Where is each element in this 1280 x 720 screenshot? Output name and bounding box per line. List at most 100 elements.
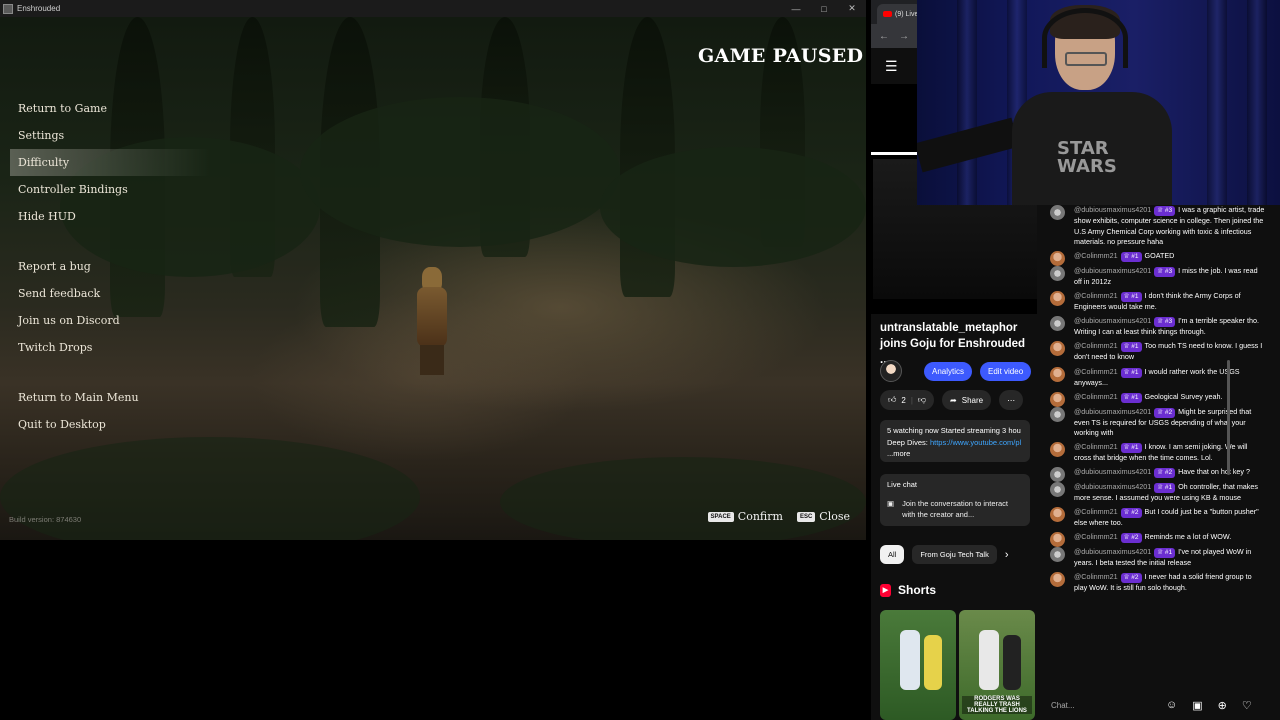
chat-avatar[interactable] xyxy=(1050,251,1065,267)
chat-username[interactable]: @Colinmm21 xyxy=(1074,341,1118,350)
more-icon: ⋯ xyxy=(1007,395,1016,405)
short-card[interactable]: RODGERS WAS REALLY TRASH TALKING THE LIO… xyxy=(959,610,1035,720)
chip-from-channel[interactable]: From Goju Tech Talk xyxy=(912,545,997,564)
menu-controller-bindings[interactable]: Controller Bindings xyxy=(10,176,210,203)
chat-username[interactable]: @dubiousmaximus4201 xyxy=(1074,407,1151,416)
chip-all[interactable]: All xyxy=(880,545,905,564)
channel-avatar[interactable] xyxy=(880,360,902,382)
member-badge: ♕ #1 xyxy=(1120,252,1142,263)
chat-avatar[interactable] xyxy=(1050,442,1065,458)
chat-message: @Colinmm21 ♕ #2 But I could just be a "but… xyxy=(1037,507,1280,529)
chat-username[interactable]: @Colinmm21 xyxy=(1074,532,1118,541)
like-button[interactable]: 👍︎ 2 | 👎︎ xyxy=(880,390,935,410)
chat-bubble-icon: ▣ xyxy=(887,499,895,508)
chevron-right-icon[interactable]: › xyxy=(1005,549,1009,561)
add-icon[interactable]: ⊕ xyxy=(1218,699,1227,712)
chat-avatar[interactable] xyxy=(1050,467,1065,483)
analytics-button[interactable]: Analytics xyxy=(924,361,973,381)
badge-rank: #1 xyxy=(1131,368,1139,376)
member-badge: ♕ #1 xyxy=(1120,292,1142,303)
badge-rank: #1 xyxy=(1131,343,1139,351)
progress-bar xyxy=(871,152,917,155)
tab-youtube-live[interactable]: (9) Live xyxy=(877,4,922,24)
chat-avatar[interactable] xyxy=(1050,572,1065,588)
live-chat-box[interactable]: Live chat ▣ Join the conversation to int… xyxy=(880,474,1030,526)
menu-return-main-menu[interactable]: Return to Main Menu xyxy=(10,384,210,411)
chat-username[interactable]: @dubiousmaximus4201 xyxy=(1074,205,1151,214)
menu-hide-hud[interactable]: Hide HUD xyxy=(10,203,210,230)
menu-twitch-drops[interactable]: Twitch Drops xyxy=(10,334,210,361)
chat-username[interactable]: @Colinmm21 xyxy=(1074,572,1118,581)
chat-message: @Colinmm21 ♕ #2 Reminds me a lot of WOW. xyxy=(1037,532,1280,548)
heart-icon[interactable]: ♡ xyxy=(1242,699,1252,712)
edit-video-button[interactable]: Edit video xyxy=(980,361,1032,381)
badge-rank: #3 xyxy=(1164,267,1173,275)
chat-message: @dubiousmaximus4201 ♕ #2 Might be surprise… xyxy=(1037,406,1280,439)
chat-message: @Colinmm21 ♕ #1 GOATED xyxy=(1037,251,1280,267)
chat-username[interactable]: @dubiousmaximus4201 xyxy=(1074,266,1151,275)
menu-join-discord[interactable]: Join us on Discord xyxy=(10,307,210,334)
forward-icon[interactable]: → xyxy=(899,31,909,42)
chat-avatar[interactable] xyxy=(1050,391,1065,407)
chat-avatar[interactable] xyxy=(1050,316,1065,332)
chat-username[interactable]: @dubiousmaximus4201 xyxy=(1074,547,1151,556)
back-icon[interactable]: ← xyxy=(879,31,889,42)
menu-difficulty[interactable]: Difficulty xyxy=(10,149,210,176)
chat-message-list: @dubiousmaximus4201 ♕ #3 I was a graphic a… xyxy=(1037,205,1280,683)
menu-report-bug[interactable]: Report a bug xyxy=(10,253,210,280)
close-window-button[interactable]: ✕ xyxy=(838,0,866,17)
chat-username[interactable]: @Colinmm21 xyxy=(1074,507,1118,516)
shorts-icon: ▶ xyxy=(880,583,891,597)
chat-username[interactable]: @Colinmm21 xyxy=(1074,251,1118,260)
chat-avatar[interactable] xyxy=(1050,406,1065,422)
chat-scrollbar[interactable] xyxy=(1227,360,1230,475)
chat-username[interactable]: @Colinmm21 xyxy=(1074,291,1118,300)
hamburger-menu-icon[interactable]: ☰ xyxy=(885,58,898,75)
chat-avatar[interactable] xyxy=(1050,507,1065,523)
chat-avatar[interactable] xyxy=(1050,205,1065,220)
menu-settings[interactable]: Settings xyxy=(10,122,210,149)
close-label: Close xyxy=(819,510,850,523)
chat-avatar[interactable] xyxy=(1050,341,1065,357)
chat-username[interactable]: @Colinmm21 xyxy=(1074,392,1118,401)
thumbs-down-icon[interactable]: 👎︎ xyxy=(918,395,926,405)
chat-avatar[interactable] xyxy=(1050,482,1065,498)
chat-username[interactable]: @dubiousmaximus4201 xyxy=(1074,316,1151,325)
share-button[interactable]: ➦ Share xyxy=(942,390,992,410)
chat-username[interactable]: @dubiousmaximus4201 xyxy=(1074,482,1151,491)
chat-avatar[interactable] xyxy=(1050,366,1065,382)
description-box[interactable]: 5 watching now Started streaming 3 hou D… xyxy=(880,420,1030,462)
emoji-icon[interactable]: ☺ xyxy=(1166,699,1177,711)
chat-username[interactable]: @Colinmm21 xyxy=(1074,367,1118,376)
chat-text: Geological Survey yeah. xyxy=(1144,391,1223,401)
member-badge: ♕ #1 xyxy=(1154,548,1176,559)
menu-send-feedback[interactable]: Send feedback xyxy=(10,280,210,307)
super-chat-icon[interactable]: ▣ xyxy=(1192,699,1202,712)
build-version: Build version: 874630 xyxy=(9,515,82,524)
close-hint[interactable]: ESC Close xyxy=(796,510,850,523)
chat-avatar[interactable] xyxy=(1050,547,1065,563)
chat-username[interactable]: @dubiousmaximus4201 xyxy=(1074,467,1151,476)
confirm-hint[interactable]: SPACE Confirm xyxy=(707,510,783,523)
more-link[interactable]: ...more xyxy=(887,448,1023,460)
chat-avatar[interactable] xyxy=(1050,265,1065,281)
chat-username[interactable]: @Colinmm21 xyxy=(1074,442,1118,451)
more-actions-button[interactable]: ⋯ xyxy=(999,390,1024,410)
chat-input[interactable]: Chat... xyxy=(1051,701,1151,710)
description-link[interactable]: https://www.youtube.com/pl xyxy=(930,438,1021,447)
chat-message: @dubiousmaximus4201 ♕ #3 I'm a terrible sp… xyxy=(1037,316,1280,338)
menu-return-to-game[interactable]: Return to Game xyxy=(10,95,210,122)
chat-avatar[interactable] xyxy=(1050,532,1065,548)
badge-rank: #1 xyxy=(1131,253,1139,261)
game-window: Enshrouded — □ ✕ GAME PAUSED Return to G… xyxy=(0,0,866,540)
chat-avatar[interactable] xyxy=(1050,291,1065,307)
maximize-button[interactable]: □ xyxy=(810,0,838,17)
menu-quit-desktop[interactable]: Quit to Desktop xyxy=(10,411,210,438)
member-badge: ♕ #3 xyxy=(1154,317,1176,328)
window-titlebar: Enshrouded — □ ✕ xyxy=(0,0,866,17)
minimize-button[interactable]: — xyxy=(782,0,810,17)
short-card[interactable] xyxy=(880,610,956,720)
chat-message: @dubiousmaximus4201 ♕ #1 I've not played W… xyxy=(1037,547,1280,569)
app-icon xyxy=(3,3,13,14)
window-title: Enshrouded xyxy=(17,4,61,13)
